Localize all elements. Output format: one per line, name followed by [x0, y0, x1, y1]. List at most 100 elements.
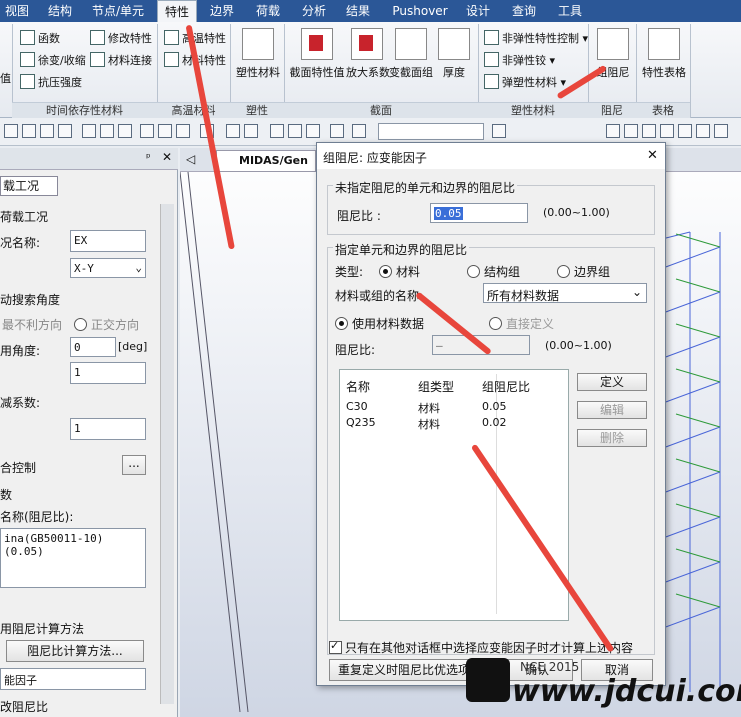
inelastic-control-button[interactable]: 非弹性特性控制 ▾: [484, 30, 588, 48]
watermark-mid: NCE 2015: [520, 660, 580, 674]
table-cell-type[interactable]: 材料: [418, 400, 440, 416]
scale-i-icon: [351, 28, 383, 60]
calc-only-checkbox[interactable]: 只有在其他对话框中选择应变能因子时才计算上述内容: [329, 639, 633, 656]
toolbar-tool-icon[interactable]: [306, 124, 320, 138]
toolbar-tool-icon[interactable]: [58, 124, 72, 138]
tab-midas-gen[interactable]: MIDAS/Gen: [216, 150, 316, 172]
toolbar-tool-icon[interactable]: [642, 124, 656, 138]
damping-method-button[interactable]: 阻尼比计算方法...: [6, 640, 144, 662]
toolbar-tool-icon[interactable]: [330, 124, 344, 138]
direct-define-radio[interactable]: 直接定义: [489, 315, 554, 332]
model-green-members: [675, 233, 721, 608]
menu-properties[interactable]: 特性: [157, 0, 197, 22]
reset-preference-button[interactable]: 重复定义时阻尼比优选项: [329, 659, 479, 681]
menu-analysis[interactable]: 分析: [296, 0, 332, 22]
damping-table[interactable]: 名称 组类型 组阻尼比 C30 材料 0.05 Q235 材料 0.02: [339, 369, 569, 621]
panel-scrollbar[interactable]: [160, 204, 174, 704]
function-button[interactable]: 函数: [20, 30, 60, 48]
thickness-icon: [438, 28, 470, 60]
tab-load-case[interactable]: 载工况: [0, 176, 58, 196]
ribbon: 值 函数 修改特性 徐变/收缩 材料连接 抗压强度 时间依存性材料 高温特性 材…: [0, 22, 741, 118]
menu-load[interactable]: 荷载: [250, 0, 286, 22]
case-name-field[interactable]: EX: [70, 230, 146, 252]
table-cell-name[interactable]: C30: [346, 400, 368, 413]
close-icon[interactable]: ✕: [162, 150, 172, 164]
property-table-button[interactable]: 特性表格: [640, 28, 688, 80]
damping-list[interactable]: ina(GB50011-10) (0.05): [0, 528, 146, 588]
use-material-data-radio[interactable]: 使用材料数据: [335, 315, 424, 332]
toolbar-tool-icon[interactable]: [244, 124, 258, 138]
combination-control-label: 合控制: [0, 461, 37, 475]
table-cell-ratio[interactable]: 0.02: [482, 416, 507, 429]
material-link-button[interactable]: 材料连接: [90, 52, 152, 70]
toolbar-tool-icon[interactable]: [288, 124, 302, 138]
toolbar-combo[interactable]: [378, 123, 484, 140]
angle-field[interactable]: 0: [70, 337, 116, 357]
close-icon[interactable]: ✕: [647, 148, 658, 163]
watermark-logo: [466, 658, 510, 702]
modify-property-button[interactable]: 修改特性: [90, 30, 152, 48]
toolbar-tool-icon[interactable]: [270, 124, 284, 138]
orthogonal-dir-option[interactable]: 正交方向: [74, 316, 139, 333]
menu-results[interactable]: 结果: [340, 0, 376, 22]
section-property-button[interactable]: 截面特性值: [288, 28, 346, 80]
table-cell-type[interactable]: 材料: [418, 416, 440, 432]
toolbar-tool-icon[interactable]: [678, 124, 692, 138]
toolbar-tool-icon[interactable]: [140, 124, 154, 138]
toolbar-tool-icon[interactable]: [40, 124, 54, 138]
elastoplastic-material-button[interactable]: 弹塑性材料 ▾: [484, 74, 566, 92]
toolbar-tool-icon[interactable]: [4, 124, 18, 138]
type-material-radio[interactable]: 材料: [379, 263, 420, 280]
type-structure-group-radio[interactable]: 结构组: [467, 263, 520, 280]
toolbar-tool-icon[interactable]: [158, 124, 172, 138]
toolbar-tool-icon[interactable]: [82, 124, 96, 138]
table-cell-name[interactable]: Q235: [346, 416, 376, 429]
menu-query[interactable]: 查询: [506, 0, 542, 22]
factor-field[interactable]: 1: [70, 362, 146, 384]
inelastic-hinge-button[interactable]: 非弹性铰 ▾: [484, 52, 555, 70]
menu-design[interactable]: 设计: [460, 0, 496, 22]
compressive-strength-button[interactable]: 抗压强度: [20, 74, 82, 92]
menu-node-element[interactable]: 节点/单元: [86, 0, 150, 22]
edit-button[interactable]: 编辑: [577, 401, 647, 419]
type-boundary-group-radio[interactable]: 边界组: [557, 263, 610, 280]
damping-ratio-input[interactable]: 0.05: [430, 203, 528, 223]
creep-shrink-button[interactable]: 徐变/收缩: [20, 52, 86, 70]
toolbar-tool-icon[interactable]: [352, 124, 366, 138]
reduction-factor-field[interactable]: 1: [70, 418, 146, 440]
menu-pushover[interactable]: Pushover: [388, 0, 452, 22]
material-group-select[interactable]: 所有材料数据 ⌄: [483, 283, 647, 303]
menu-structure[interactable]: 结构: [40, 0, 80, 22]
menu-tools[interactable]: 工具: [552, 0, 588, 22]
toolbar-tool-icon[interactable]: [118, 124, 132, 138]
delete-button[interactable]: 删除: [577, 429, 647, 447]
toolbar-tool-icon[interactable]: [100, 124, 114, 138]
toolbar-tool-icon[interactable]: [22, 124, 36, 138]
table-header-name: 名称: [346, 380, 371, 394]
tapered-group-button[interactable]: 变截面组: [389, 28, 433, 80]
toolbar-tool-icon[interactable]: [606, 124, 620, 138]
damping-list-item[interactable]: ina(GB50011-10) (0.05): [4, 532, 103, 558]
toolbar-tool-icon[interactable]: [714, 124, 728, 138]
table-cell-ratio[interactable]: 0.05: [482, 400, 507, 413]
chevron-left-icon[interactable]: ◁: [186, 152, 195, 166]
toolbar-tool-icon[interactable]: [660, 124, 674, 138]
menu-view[interactable]: 视图: [0, 0, 34, 22]
plastic-material-button[interactable]: 塑性材料: [234, 28, 282, 80]
strain-energy-factor-field[interactable]: 能因子: [0, 668, 146, 690]
define-button[interactable]: 定义: [577, 373, 647, 391]
thickness-button[interactable]: 厚度: [434, 28, 474, 80]
direction-select[interactable]: X-Y ⌄: [70, 258, 146, 278]
toolbar-tool-icon[interactable]: [696, 124, 710, 138]
toolbar-tool-icon[interactable]: [226, 124, 240, 138]
menu-boundary[interactable]: 边界: [204, 0, 240, 22]
pin-icon[interactable]: ᵖ: [146, 151, 151, 164]
toolbar-tool-icon[interactable]: [624, 124, 638, 138]
combination-control-button[interactable]: ...: [122, 455, 146, 475]
group-unspecified-title: 未指定阻尼的单元和边界的阻尼比: [333, 179, 518, 196]
chevron-down-icon: ⌄: [135, 261, 142, 274]
material-group-name-label: 材料或组的名称:: [335, 289, 424, 303]
toolbar-tool-icon[interactable]: [176, 124, 190, 138]
toolbar-tool-icon[interactable]: [492, 124, 506, 138]
scale-factor-button[interactable]: 放大系数: [346, 28, 390, 80]
